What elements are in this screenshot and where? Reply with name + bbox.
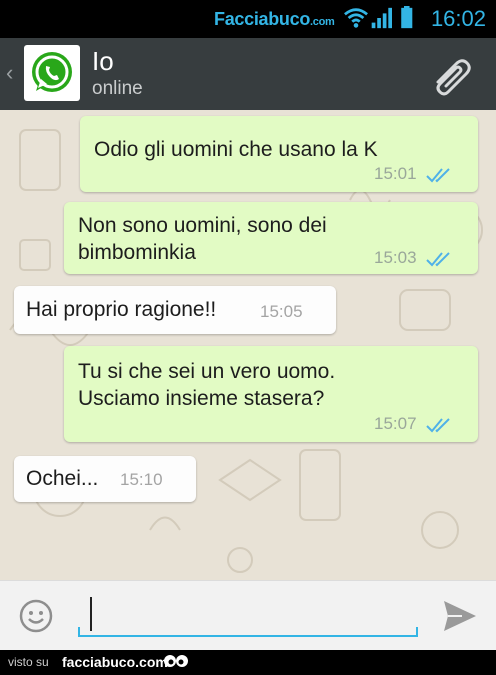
read-receipt-icon: [426, 168, 450, 183]
text-caret: [90, 597, 92, 631]
status-bar: Facciabuco.com 16:02: [0, 0, 496, 38]
input-underline-edge: [78, 627, 80, 637]
avatar[interactable]: [24, 45, 80, 101]
message-text: Ochei...: [26, 467, 99, 490]
message-input[interactable]: [78, 593, 418, 637]
status-site-tld: .com: [310, 16, 335, 28]
eyes-logo-icon: [164, 655, 188, 667]
read-receipt-icon: [426, 418, 450, 433]
message-bubble-outgoing[interactable]: Odio gli uomini che usano la K 15:01: [80, 116, 478, 192]
message-text: Odio gli uomini che usano la K: [94, 138, 378, 161]
message-bubble-outgoing[interactable]: Non sono uomini, sono dei bimbominkia 15…: [64, 202, 478, 274]
paperclip-icon[interactable]: [428, 52, 476, 100]
message-time: 15:07: [374, 414, 417, 433]
message-bubble-outgoing[interactable]: Tu si che sei un vero uomo. Usciamo insi…: [64, 346, 478, 442]
message-text: Tu si che sei un vero uomo. Usciamo insi…: [78, 360, 336, 410]
battery-icon: [401, 6, 413, 29]
message-text: Non sono uomini, sono dei bimbominkia: [78, 214, 327, 264]
whatsapp-logo-icon: [32, 52, 72, 92]
status-time: 16:02: [430, 6, 486, 31]
footer-label: visto su: [8, 655, 49, 669]
message-input-bar: [0, 580, 496, 650]
chat-header: ‹ Io online: [0, 38, 496, 110]
message-time: 15:05: [260, 302, 303, 321]
smiley-icon[interactable]: [18, 598, 54, 634]
input-underline-edge: [416, 627, 418, 637]
message-bubble-incoming[interactable]: Hai proprio ragione!! 15:05: [14, 286, 336, 334]
wifi-icon: [344, 8, 368, 28]
watermark-footer: visto su facciabuco.com: [0, 650, 496, 675]
back-chevron-icon[interactable]: ‹: [6, 60, 13, 86]
contact-name: Io: [92, 46, 114, 76]
message-time: 15:01: [374, 164, 417, 183]
message-text: Hai proprio ragione!!: [26, 298, 217, 321]
footer-site: facciabuco.com: [62, 654, 168, 670]
message-bubble-incoming[interactable]: Ochei... 15:10: [14, 456, 196, 502]
status-icons: [344, 6, 413, 29]
status-site-name: Facciabuco: [214, 9, 311, 29]
status-site-watermark: Facciabuco.com: [214, 9, 335, 30]
send-icon[interactable]: [440, 597, 480, 635]
message-time: 15:10: [120, 470, 163, 489]
contact-status: online: [92, 78, 143, 99]
message-time: 15:03: [374, 248, 417, 267]
chat-area[interactable]: Odio gli uomini che usano la K 15:01 Non…: [0, 110, 496, 580]
signal-icon: [371, 7, 392, 29]
read-receipt-icon: [426, 252, 450, 267]
